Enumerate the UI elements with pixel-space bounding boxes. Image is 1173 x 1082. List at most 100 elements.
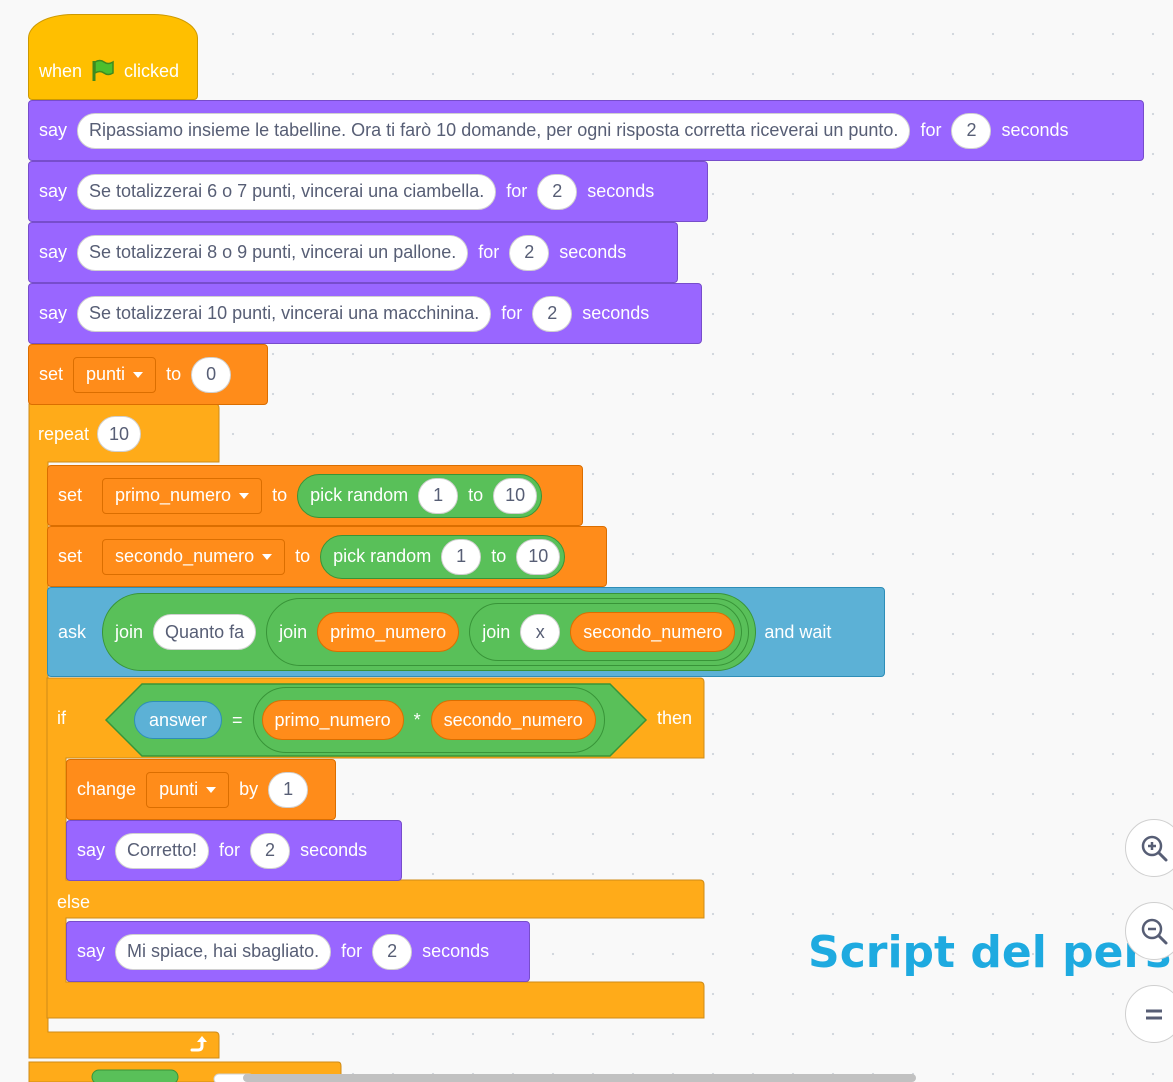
say-block-3[interactable]: say Se totalizzerai 8 o 9 punti, vincera… [28,222,678,283]
primo-numero-reporter[interactable]: primo_numero [317,612,460,652]
say-message-input[interactable]: Corretto! [115,832,210,869]
say-label: say [39,242,68,262]
seconds-input[interactable]: 2 [509,234,550,271]
seconds-label: seconds [1001,120,1069,140]
join-operator-inner[interactable]: join x secondo_numero [469,603,743,661]
set-secondo-numero-block[interactable]: set secondo_numero to pick random 1 to 1… [47,526,607,587]
change-label: change [77,779,137,799]
join-operator-outer[interactable]: join Quanto fa join primo_numero join x … [102,593,757,671]
random-max-input[interactable]: 10 [516,538,561,575]
seconds-label: seconds [300,840,368,860]
say-message-input[interactable]: Se totalizzerai 10 punti, vincerai una m… [77,295,492,332]
chevron-down-icon [206,786,217,793]
value-input[interactable]: 0 [191,356,232,393]
equals-condition[interactable]: answer = primo_numero * secondo_numero [104,682,648,758]
pick-random-label: pick random [333,546,432,566]
variable-name: primo_numero [115,485,232,505]
say-message-input[interactable]: Mi spiace, hai sbagliato. [115,933,332,970]
seconds-input[interactable]: 2 [372,933,413,970]
variable-name: punti [159,779,199,799]
join-operator-middle[interactable]: join primo_numero join x secondo_numero [266,598,750,666]
set-label: set [58,546,83,566]
join-label: join [482,621,511,642]
hat-clicked-label: clicked [124,60,180,81]
repeat-count-input[interactable]: 10 [97,416,142,452]
pick-random-operator[interactable]: pick random 1 to 10 [297,473,543,518]
seconds-label: seconds [587,181,655,201]
to-label: to [295,546,311,566]
and-wait-label: and wait [764,621,832,642]
say-message-input[interactable]: Se totalizzerai 6 o 7 punti, vincerai un… [77,173,497,210]
say-label: say [39,120,68,140]
say-block-4[interactable]: say Se totalizzerai 10 punti, vincerai u… [28,283,702,344]
chevron-down-icon [239,492,250,499]
join-label: join [279,621,308,642]
repeat-label: repeat [38,423,90,444]
say-block-2[interactable]: say Se totalizzerai 6 o 7 punti, vincera… [28,161,708,222]
secondo-numero-reporter[interactable]: secondo_numero [570,612,736,652]
variable-dropdown[interactable]: punti [146,771,230,808]
ask-label: ask [58,621,87,642]
primo-numero-reporter[interactable]: primo_numero [261,700,404,740]
random-max-input[interactable]: 10 [493,477,538,514]
pick-random-label: pick random [310,485,409,505]
to-label: to [272,485,288,505]
change-value-input[interactable]: 1 [268,771,309,808]
say-label: say [39,303,68,323]
say-correct-block[interactable]: say Corretto! for 2 seconds [66,820,402,881]
seconds-input[interactable]: 2 [250,832,291,869]
if-label: if [57,708,66,728]
variable-dropdown[interactable]: punti [73,356,157,393]
for-label: for [478,242,500,262]
set-punti-block[interactable]: set punti to 0 [28,344,268,405]
chevron-down-icon [133,371,144,378]
join-text-input[interactable]: Quanto fa [153,614,257,650]
for-label: for [341,941,363,961]
say-label: say [39,181,68,201]
overlay-title: Script del perso [808,927,1173,978]
zoom-in-icon [1141,835,1168,862]
variable-name: punti [86,364,126,384]
random-min-input[interactable]: 1 [418,477,459,514]
for-label: for [506,181,528,201]
repeat-block-header[interactable]: repeat 10 [29,405,219,463]
to-label: to [166,364,182,384]
seconds-input[interactable]: 2 [532,295,573,332]
variable-name: secondo_numero [115,546,255,566]
seconds-label: seconds [559,242,627,262]
secondo-numero-reporter[interactable]: secondo_numero [430,700,596,740]
say-label: say [77,840,106,860]
say-wrong-block[interactable]: say Mi spiace, hai sbagliato. for 2 seco… [66,921,530,982]
variable-dropdown[interactable]: primo_numero [102,477,263,514]
say-block-1[interactable]: say Ripassiamo insieme le tabelline. Ora… [28,100,1144,161]
zoom-out-icon [1141,918,1168,945]
green-flag-icon [92,59,114,81]
pick-random-operator[interactable]: pick random 1 to 10 [320,534,566,579]
zoom-reset-icon [1146,1009,1162,1020]
variable-dropdown[interactable]: secondo_numero [102,538,286,575]
join-x-input[interactable]: x [520,614,561,650]
for-label: for [920,120,942,140]
say-message-input[interactable]: Ripassiamo insieme le tabelline. Ora ti … [77,112,911,149]
to-label: to [468,485,484,505]
seconds-input[interactable]: 2 [951,112,992,149]
random-min-input[interactable]: 1 [441,538,482,575]
horizontal-scrollbar[interactable] [243,1074,916,1082]
when-flag-clicked-block[interactable]: when clicked [28,14,198,100]
ask-and-wait-block[interactable]: ask join Quanto fa join primo_numero joi… [47,587,885,677]
for-label: for [501,303,523,323]
loop-arrow-icon [190,1036,207,1052]
seconds-label: seconds [582,303,650,323]
seconds-input[interactable]: 2 [537,173,578,210]
set-primo-numero-block[interactable]: set primo_numero to pick random 1 to 10 [47,465,583,526]
join-label: join [115,621,144,642]
for-label: for [219,840,241,860]
multiply-operator[interactable]: primo_numero * secondo_numero [252,687,605,753]
by-label: by [239,779,259,799]
then-label: then [657,708,693,728]
next-block-slot [91,1069,179,1082]
answer-reporter[interactable]: answer [134,701,223,739]
change-punti-block[interactable]: change punti by 1 [66,759,336,820]
say-message-input[interactable]: Se totalizzerai 8 o 9 punti, vincerai un… [77,234,469,271]
hat-when-label: when [39,60,83,81]
